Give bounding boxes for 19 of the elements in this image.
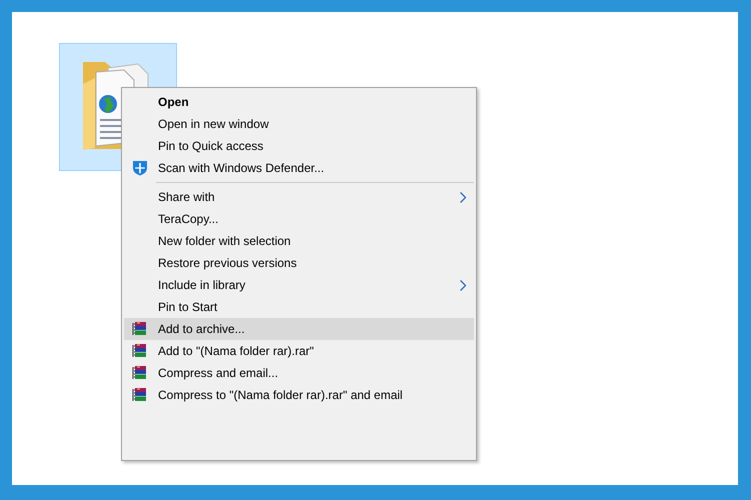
menu-item[interactable]: Pin to Quick access bbox=[124, 135, 474, 157]
books-icon bbox=[132, 365, 148, 381]
menu-item[interactable]: Restore previous versions bbox=[124, 252, 474, 274]
books-icon bbox=[132, 343, 148, 359]
menu-item[interactable]: New folder with selection bbox=[124, 230, 474, 252]
menu-item[interactable]: Compress and email... bbox=[124, 362, 474, 384]
books-icon bbox=[132, 387, 148, 403]
menu-item[interactable]: Open bbox=[124, 91, 474, 113]
menu-item[interactable]: Add to "(Nama folder rar).rar" bbox=[124, 340, 474, 362]
menu-item[interactable]: Scan with Windows Defender... bbox=[124, 157, 474, 179]
menu-item[interactable]: Compress to "(Nama folder rar).rar" and email bbox=[124, 384, 474, 406]
menu-item[interactable]: Add to archive... bbox=[124, 318, 474, 340]
menu-item[interactable]: Include in library bbox=[124, 274, 474, 296]
books-icon bbox=[132, 321, 148, 337]
menu-item[interactable]: Open in new window bbox=[124, 113, 474, 135]
menu-item[interactable]: Share with bbox=[124, 186, 474, 208]
shield-icon bbox=[132, 160, 148, 176]
menu-item[interactable]: Pin to Start bbox=[124, 296, 474, 318]
menu-item[interactable]: TeraCopy... bbox=[124, 208, 474, 230]
